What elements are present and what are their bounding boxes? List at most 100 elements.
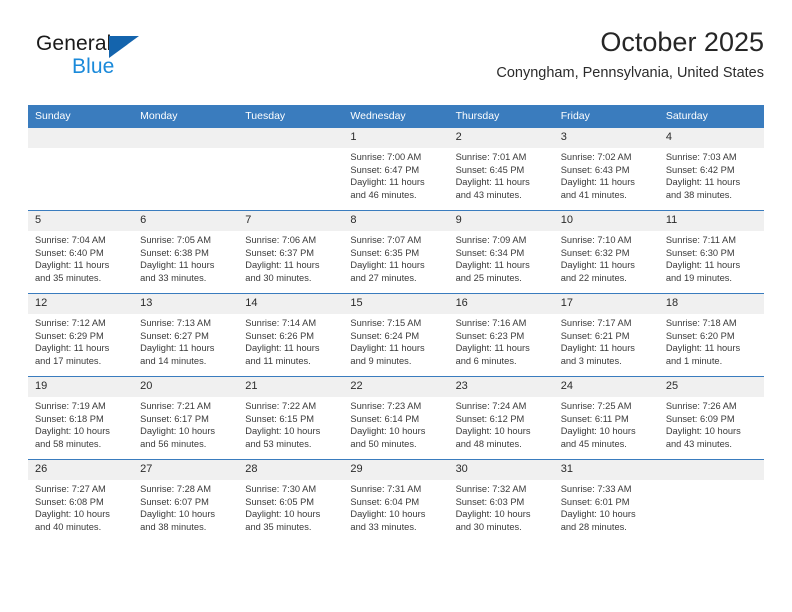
day-details: Sunrise: 7:04 AM Sunset: 6:40 PM Daylight:…: [28, 231, 133, 284]
day-cell[interactable]: 29 Sunrise: 7:31 AM Sunset: 6:04 PM Dayligh…: [343, 459, 449, 542]
daylight-text-line1: Daylight: 11 hours: [455, 260, 530, 271]
daylight-text-line1: Daylight: 11 hours: [35, 343, 110, 354]
daylight-text-line2: and 1 minute.: [665, 355, 723, 366]
sunset-text: Sunset: 6:01 PM: [560, 496, 630, 507]
daylight-text-line1: Daylight: 10 hours: [665, 426, 741, 437]
daylight-text-line1: Daylight: 11 hours: [35, 260, 110, 271]
sunrise-text: Sunrise: 7:17 AM: [560, 318, 632, 328]
day-details: Sunrise: 7:28 AM Sunset: 6:07 PM Daylight:…: [133, 480, 238, 533]
weekday-header-wednesday: Wednesday: [343, 105, 449, 128]
day-details: Sunrise: 7:30 AM Sunset: 6:05 PM Daylight:…: [238, 480, 343, 533]
day-cell[interactable]: 11 Sunrise: 7:11 AM Sunset: 6:30 PM Dayligh…: [658, 210, 764, 294]
day-cell[interactable]: 26 Sunrise: 7:27 AM Sunset: 6:08 PM Dayligh…: [28, 459, 134, 542]
day-cell[interactable]: 15 Sunrise: 7:15 AM Sunset: 6:24 PM Dayligh…: [343, 293, 449, 377]
day-cell[interactable]: 25 Sunrise: 7:26 AM Sunset: 6:09 PM Dayligh…: [658, 376, 764, 460]
day-number: 3: [553, 128, 659, 148]
day-details: Sunrise: 7:21 AM Sunset: 6:17 PM Daylight:…: [133, 397, 238, 450]
day-cell[interactable]: 20 Sunrise: 7:21 AM Sunset: 6:17 PM Dayligh…: [133, 376, 239, 460]
daylight-text-line2: and 38 minutes.: [140, 521, 207, 532]
day-details: Sunrise: 7:18 AM Sunset: 6:20 PM Daylight:…: [659, 314, 764, 367]
day-number: 22: [343, 377, 449, 397]
day-cell[interactable]: 30 Sunrise: 7:32 AM Sunset: 6:03 PM Dayligh…: [448, 459, 554, 542]
sunset-text: Sunset: 6:29 PM: [35, 330, 104, 341]
day-cell[interactable]: 31 Sunrise: 7:33 AM Sunset: 6:01 PM Dayligh…: [553, 459, 659, 542]
daylight-text-line1: Daylight: 10 hours: [455, 426, 531, 437]
daylight-text-line2: and 22 minutes.: [560, 272, 627, 283]
day-cell-inner: 30 Sunrise: 7:32 AM Sunset: 6:03 PM Dayligh…: [448, 460, 554, 542]
sunset-text: Sunset: 6:18 PM: [35, 413, 104, 424]
day-cell-inner: [28, 128, 134, 210]
weekday-header-sunday: Sunday: [28, 105, 134, 128]
day-cell-inner: 5 Sunrise: 7:04 AM Sunset: 6:40 PM Daylight…: [28, 211, 134, 293]
day-cell-inner: 29 Sunrise: 7:31 AM Sunset: 6:04 PM Dayligh…: [343, 460, 449, 542]
sunset-text: Sunset: 6:14 PM: [350, 413, 420, 424]
sunrise-text: Sunrise: 7:24 AM: [455, 401, 527, 411]
day-details: Sunrise: 7:10 AM Sunset: 6:32 PM Daylight:…: [554, 231, 659, 284]
day-cell[interactable]: 2 Sunrise: 7:01 AM Sunset: 6:45 PM Daylight…: [448, 127, 554, 211]
sunset-text: Sunset: 6:11 PM: [560, 413, 629, 424]
day-cell[interactable]: 23 Sunrise: 7:24 AM Sunset: 6:12 PM Dayligh…: [448, 376, 554, 460]
day-number: 21: [238, 377, 344, 397]
sunset-text: Sunset: 6:04 PM: [350, 496, 420, 507]
day-number: 23: [448, 377, 554, 397]
day-number: 6: [133, 211, 239, 231]
day-cell-inner: 4 Sunrise: 7:03 AM Sunset: 6:42 PM Daylight…: [658, 128, 764, 210]
day-cell[interactable]: 18 Sunrise: 7:18 AM Sunset: 6:20 PM Dayligh…: [658, 293, 764, 377]
day-cell[interactable]: 8 Sunrise: 7:07 AM Sunset: 6:35 PM Daylight…: [343, 210, 449, 294]
day-cell[interactable]: 7 Sunrise: 7:06 AM Sunset: 6:37 PM Daylight…: [238, 210, 344, 294]
sunrise-text: Sunrise: 7:05 AM: [140, 235, 211, 245]
day-cell[interactable]: 16 Sunrise: 7:16 AM Sunset: 6:23 PM Dayligh…: [448, 293, 554, 377]
day-number: [28, 128, 134, 148]
day-details: Sunrise: 7:05 AM Sunset: 6:38 PM Daylight:…: [133, 231, 238, 284]
day-cell-inner: 23 Sunrise: 7:24 AM Sunset: 6:12 PM Dayligh…: [448, 377, 554, 459]
day-number: 17: [553, 294, 659, 314]
daylight-text-line2: and 43 minutes.: [665, 438, 732, 449]
day-cell[interactable]: 12 Sunrise: 7:12 AM Sunset: 6:29 PM Dayligh…: [28, 293, 134, 377]
day-details: Sunrise: 7:02 AM Sunset: 6:43 PM Daylight:…: [554, 148, 659, 201]
title-block: October 2025 Conyngham, Pennsylvania, Un…: [496, 26, 764, 82]
daylight-text-line2: and 38 minutes.: [665, 189, 732, 200]
day-cell[interactable]: 4 Sunrise: 7:03 AM Sunset: 6:42 PM Daylight…: [658, 127, 764, 211]
day-details: Sunrise: 7:23 AM Sunset: 6:14 PM Daylight:…: [343, 397, 448, 450]
daylight-text-line2: and 17 minutes.: [35, 355, 102, 366]
week-row: 19 Sunrise: 7:19 AM Sunset: 6:18 PM Dayligh…: [28, 376, 764, 460]
sunrise-text: Sunrise: 7:19 AM: [35, 401, 106, 411]
day-cell[interactable]: 5 Sunrise: 7:04 AM Sunset: 6:40 PM Daylight…: [28, 210, 134, 294]
daylight-text-line1: Daylight: 11 hours: [140, 260, 215, 271]
sunrise-text: Sunrise: 7:26 AM: [665, 401, 737, 411]
daylight-text-line1: Daylight: 11 hours: [455, 177, 530, 188]
day-cell[interactable]: 17 Sunrise: 7:17 AM Sunset: 6:21 PM Dayligh…: [553, 293, 659, 377]
day-cell[interactable]: 19 Sunrise: 7:19 AM Sunset: 6:18 PM Dayligh…: [28, 376, 134, 460]
daylight-text-line2: and 50 minutes.: [350, 438, 417, 449]
brand-name-general: General: [36, 32, 112, 55]
daylight-text-line1: Daylight: 11 hours: [665, 177, 741, 188]
day-cell-inner: 9 Sunrise: 7:09 AM Sunset: 6:34 PM Daylight…: [448, 211, 554, 293]
day-details: Sunrise: 7:24 AM Sunset: 6:12 PM Daylight:…: [449, 397, 554, 450]
day-cell[interactable]: 22 Sunrise: 7:23 AM Sunset: 6:14 PM Dayligh…: [343, 376, 449, 460]
day-cell[interactable]: 13 Sunrise: 7:13 AM Sunset: 6:27 PM Dayligh…: [133, 293, 239, 377]
day-cell[interactable]: 3 Sunrise: 7:02 AM Sunset: 6:43 PM Daylight…: [553, 127, 659, 211]
day-cell-inner: 3 Sunrise: 7:02 AM Sunset: 6:43 PM Daylight…: [553, 128, 659, 210]
daylight-text-line1: Daylight: 11 hours: [140, 343, 215, 354]
day-cell[interactable]: 14 Sunrise: 7:14 AM Sunset: 6:26 PM Dayligh…: [238, 293, 344, 377]
sunset-text: Sunset: 6:45 PM: [455, 164, 525, 175]
day-cell[interactable]: 24 Sunrise: 7:25 AM Sunset: 6:11 PM Dayligh…: [553, 376, 659, 460]
day-details: Sunrise: 7:00 AM Sunset: 6:47 PM Daylight:…: [343, 148, 448, 201]
day-details: Sunrise: 7:13 AM Sunset: 6:27 PM Daylight:…: [133, 314, 238, 367]
day-cell[interactable]: 6 Sunrise: 7:05 AM Sunset: 6:38 PM Daylight…: [133, 210, 239, 294]
day-cell[interactable]: 28 Sunrise: 7:30 AM Sunset: 6:05 PM Dayligh…: [238, 459, 344, 542]
daylight-text-line1: Daylight: 11 hours: [665, 343, 741, 354]
sunset-text: Sunset: 6:42 PM: [665, 164, 735, 175]
brand-logo[interactable]: General Blue: [36, 32, 166, 88]
day-number: 18: [658, 294, 764, 314]
day-cell[interactable]: 10 Sunrise: 7:10 AM Sunset: 6:32 PM Dayligh…: [553, 210, 659, 294]
sunrise-text: Sunrise: 7:21 AM: [140, 401, 211, 411]
day-details: Sunrise: 7:26 AM Sunset: 6:09 PM Daylight:…: [659, 397, 764, 450]
daylight-text-line2: and 35 minutes.: [35, 272, 102, 283]
day-cell[interactable]: 21 Sunrise: 7:22 AM Sunset: 6:15 PM Dayligh…: [238, 376, 344, 460]
sunrise-text: Sunrise: 7:10 AM: [560, 235, 632, 245]
sunrise-text: Sunrise: 7:22 AM: [245, 401, 317, 411]
day-cell[interactable]: 1 Sunrise: 7:00 AM Sunset: 6:47 PM Daylight…: [343, 127, 449, 211]
day-cell[interactable]: 9 Sunrise: 7:09 AM Sunset: 6:34 PM Daylight…: [448, 210, 554, 294]
day-cell[interactable]: 27 Sunrise: 7:28 AM Sunset: 6:07 PM Dayligh…: [133, 459, 239, 542]
